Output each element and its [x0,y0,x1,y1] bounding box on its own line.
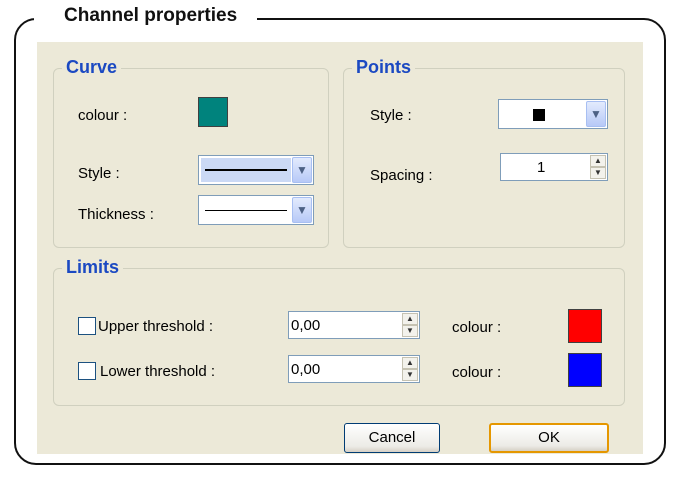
lower-colour-label: colour : [452,364,502,381]
lower-threshold-label: Lower threshold : [100,363,216,380]
points-spacing-spinner[interactable]: 1 ▲ ▼ [500,153,608,181]
upper-threshold-value: 0,00 [291,317,321,334]
curve-style-combo[interactable]: ▼ [198,155,314,185]
limits-group-label: Limits [62,257,124,278]
spin-down-icon[interactable]: ▼ [402,325,418,337]
points-spacing-value: 1 [537,159,546,176]
points-style-preview [501,102,585,126]
chevron-down-icon[interactable]: ▼ [292,157,312,183]
frame-gap [34,8,56,28]
curve-colour-label: colour : [78,107,128,124]
spin-up-icon[interactable]: ▲ [590,155,606,167]
dialog-title: Channel properties [56,5,258,27]
ok-button[interactable]: OK [489,423,609,453]
points-group-label: Points [352,57,416,78]
curve-colour-swatch[interactable] [198,97,228,127]
upper-threshold-checkbox[interactable] [78,317,96,335]
upper-threshold-label: Upper threshold : [98,318,214,335]
lower-threshold-value: 0,00 [291,361,321,378]
spin-down-icon[interactable]: ▼ [402,369,418,381]
spin-up-icon[interactable]: ▲ [402,313,418,325]
spin-down-icon[interactable]: ▼ [590,167,606,179]
upper-threshold-spinner[interactable]: 0,00 ▲ ▼ [288,311,420,339]
points-style-combo[interactable]: ▼ [498,99,608,129]
lower-colour-swatch[interactable] [568,353,602,387]
upper-colour-label: colour : [452,319,502,336]
chevron-down-icon[interactable]: ▼ [292,197,312,223]
spinner-buttons[interactable]: ▲ ▼ [402,357,418,381]
spin-up-icon[interactable]: ▲ [402,357,418,369]
square-marker-icon [533,109,545,121]
upper-colour-swatch[interactable] [568,309,602,343]
lower-threshold-spinner[interactable]: 0,00 ▲ ▼ [288,355,420,383]
cancel-button[interactable]: Cancel [344,423,440,453]
limits-group: Limits Upper threshold : 0,00 ▲ ▼ colour… [53,257,625,406]
channel-properties-dialog: Curve colour : Style : ▼ Thickness : ▼ P… [37,42,643,454]
curve-thickness-label: Thickness : [78,206,154,223]
lower-threshold-checkbox[interactable] [78,362,96,380]
points-style-label: Style : [370,107,412,124]
curve-thickness-preview [201,198,291,222]
curve-group-label: Curve [62,57,122,78]
curve-style-label: Style : [78,165,120,182]
spinner-buttons[interactable]: ▲ ▼ [590,155,606,179]
curve-style-preview [201,158,291,182]
chevron-down-icon[interactable]: ▼ [586,101,606,127]
points-group: Points Style : ▼ Spacing : 1 ▲ ▼ [343,57,625,248]
spinner-buttons[interactable]: ▲ ▼ [402,313,418,337]
curve-thickness-combo[interactable]: ▼ [198,195,314,225]
points-spacing-label: Spacing : [370,167,433,184]
curve-group: Curve colour : Style : ▼ Thickness : ▼ [53,57,329,248]
